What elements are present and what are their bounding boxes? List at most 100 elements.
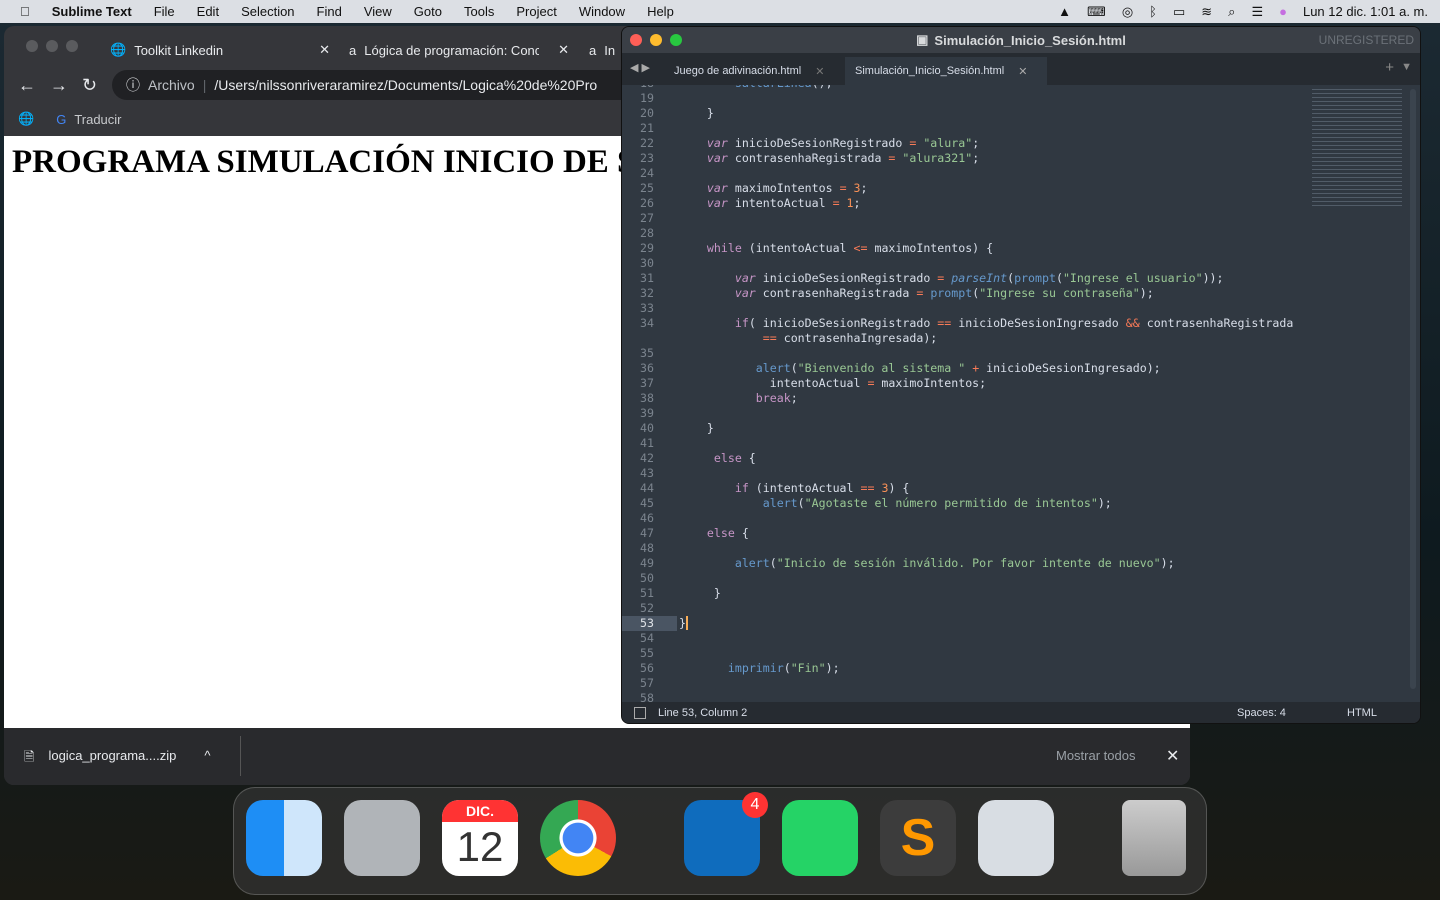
code-line[interactable]: 28 (622, 226, 1420, 241)
menu-edit[interactable]: Edit (197, 4, 219, 19)
tab-third[interactable]: a In (589, 34, 615, 66)
code-line[interactable]: 20 } (622, 106, 1420, 121)
code-line[interactable]: 47 else { (622, 526, 1420, 541)
menu-help[interactable]: Help (647, 4, 674, 19)
warning-icon[interactable]: ▲ (1058, 4, 1071, 19)
close-tab-icon[interactable]: ✕ (558, 42, 569, 58)
control-center-icon[interactable]: ☰ (1251, 4, 1263, 20)
code-line[interactable]: 19 (622, 91, 1420, 106)
code-line[interactable]: 29 while (intentoActual <= maximoIntento… (622, 241, 1420, 256)
apple-icon[interactable]:  (20, 4, 30, 19)
minimize-window-button[interactable] (650, 34, 662, 46)
code-line[interactable]: 56 imprimir("Fin"); (622, 661, 1420, 676)
code-line[interactable]: 25 var maximoIntentos = 3; (622, 181, 1420, 196)
code-line[interactable]: 44 if (intentoActual == 3) { (622, 481, 1420, 496)
close-tab-icon[interactable]: ✕ (815, 65, 824, 78)
dock-whatsapp-icon[interactable] (782, 800, 858, 876)
code-line[interactable]: 48 (622, 541, 1420, 556)
search-icon[interactable]: ⌕ (1228, 4, 1235, 20)
battery-icon[interactable]: ▭ (1173, 4, 1185, 20)
code-line[interactable]: 41 (622, 436, 1420, 451)
code-line[interactable]: 45 alert("Agotaste el número permitido d… (622, 496, 1420, 511)
minimap[interactable] (1312, 89, 1402, 209)
menu-goto[interactable]: Goto (414, 4, 442, 19)
code-line[interactable]: 51 } (622, 586, 1420, 601)
dock-finder-icon[interactable] (246, 800, 322, 876)
code-line[interactable]: 36 alert("Bienvenido al sistema " + inic… (622, 361, 1420, 376)
code-line[interactable]: 40 } (622, 421, 1420, 436)
code-line[interactable]: == contrasenhaIngresada); (622, 331, 1420, 346)
vertical-scrollbar[interactable] (1410, 89, 1416, 689)
indentation-setting[interactable]: Spaces: 4 (1237, 707, 1286, 719)
code-line[interactable]: 23 var contrasenhaRegistrada = "alura321… (622, 151, 1420, 166)
siri-icon[interactable]: ● (1279, 4, 1287, 19)
code-line[interactable]: 33 (622, 301, 1420, 316)
close-download-bar-icon[interactable]: ✕ (1166, 746, 1179, 766)
zoom-window-button[interactable] (670, 34, 682, 46)
show-all-button[interactable]: Mostrar todos (1056, 748, 1135, 763)
menu-project[interactable]: Project (516, 4, 556, 19)
menu-app-name[interactable]: Sublime Text (52, 4, 132, 19)
tab-toolkit-linkedin[interactable]: 🌐 Toolkit Linkedin ✕ (110, 34, 330, 66)
syntax-setting[interactable]: HTML (1347, 707, 1377, 719)
close-window-button[interactable] (26, 40, 38, 52)
tab-juego-adivinacion[interactable]: Juego de adivinación.html ✕ (664, 57, 834, 85)
bluetooth-icon[interactable]: ᛒ (1149, 4, 1157, 19)
tab-logica-programacion[interactable]: a Lógica de programación: Conc ✕ (349, 34, 569, 66)
code-line[interactable]: 38 break; (622, 391, 1420, 406)
menu-tools[interactable]: Tools (464, 4, 494, 19)
code-line[interactable]: 50 (622, 571, 1420, 586)
code-line[interactable]: 22 var inicioDeSesionRegistrado = "alura… (622, 136, 1420, 151)
minimize-window-button[interactable] (46, 40, 58, 52)
dock-preview-icon[interactable] (978, 800, 1054, 876)
dock-trash-icon[interactable] (1122, 800, 1186, 876)
menu-selection[interactable]: Selection (241, 4, 294, 19)
close-tab-icon[interactable]: ✕ (319, 42, 330, 58)
close-window-button[interactable] (630, 34, 642, 46)
code-line[interactable]: 37 intentoActual = maximoIntentos; (622, 376, 1420, 391)
code-line[interactable]: 31 var inicioDeSesionRegistrado = parseI… (622, 271, 1420, 286)
code-line[interactable]: 35 (622, 346, 1420, 361)
code-line[interactable]: 57 (622, 676, 1420, 691)
menu-find[interactable]: Find (317, 4, 342, 19)
code-line[interactable]: 52 (622, 601, 1420, 616)
dock-outlook-icon[interactable]: 4 (684, 792, 768, 876)
clock[interactable]: Lun 12 dic. 1:01 a. m. (1303, 4, 1428, 19)
tab-simulacion-inicio-sesion[interactable]: Simulación_Inicio_Sesión.html ✕ (845, 57, 1047, 85)
code-line[interactable]: 21 (622, 121, 1420, 136)
code-line[interactable]: 43 (622, 466, 1420, 481)
dock-launchpad-icon[interactable] (344, 800, 420, 876)
menu-file[interactable]: File (154, 4, 175, 19)
sidebar-toggle-icon[interactable] (634, 706, 646, 719)
code-line[interactable]: 49 alert("Inicio de sesión inválido. Por… (622, 556, 1420, 571)
code-line[interactable]: 55 (622, 646, 1420, 661)
url-text[interactable]: /Users/nilssonriveraramirez/Documents/Lo… (214, 77, 597, 93)
code-line[interactable]: 46 (622, 511, 1420, 526)
airdrop-icon[interactable]: ◎ (1122, 4, 1133, 20)
code-line[interactable]: 54 (622, 631, 1420, 646)
close-tab-icon[interactable]: ✕ (1018, 65, 1027, 78)
code-line[interactable]: 53} (622, 616, 1420, 631)
code-line[interactable]: 30 (622, 256, 1420, 271)
wifi-icon[interactable]: ≋ (1201, 4, 1212, 20)
zoom-window-button[interactable] (66, 40, 78, 52)
code-line[interactable]: 27 (622, 211, 1420, 226)
tab-nav-arrows-icon[interactable]: ◀ ▶ (630, 61, 650, 74)
dock-chrome-icon[interactable] (540, 800, 616, 876)
dock-calendar-icon[interactable]: DIC. 12 (442, 800, 518, 876)
code-editor[interactable]: 18 saltarLinea();1920 }2122 var inicioDe… (622, 85, 1420, 704)
tab-list-icon[interactable]: ▼ (1401, 61, 1412, 73)
apps-icon[interactable]: 🌐 (18, 111, 34, 127)
download-item[interactable]: 🗎 logica_programa....zip ^ (24, 748, 210, 770)
menu-window[interactable]: Window (579, 4, 625, 19)
code-line[interactable]: 24 (622, 166, 1420, 181)
forward-icon[interactable]: → (50, 75, 68, 96)
chevron-up-icon[interactable]: ^ (204, 748, 210, 770)
code-line[interactable]: 42 else { (622, 451, 1420, 466)
code-line[interactable]: 34 if( inicioDeSesionRegistrado == inici… (622, 316, 1420, 331)
new-tab-icon[interactable]: + (1385, 59, 1394, 76)
code-line[interactable]: 32 var contrasenhaRegistrada = prompt("I… (622, 286, 1420, 301)
code-line[interactable]: 39 (622, 406, 1420, 421)
back-icon[interactable]: ← (18, 75, 36, 96)
bookmark-traducir[interactable]: G Traducir (56, 112, 121, 127)
